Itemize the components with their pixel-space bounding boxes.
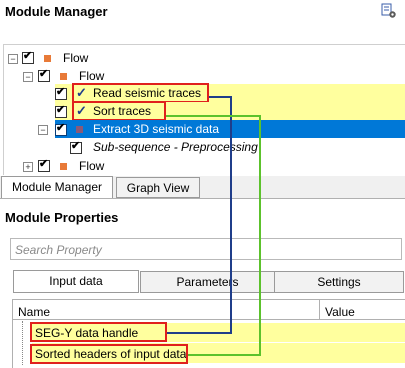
connector-lines — [166, 96, 261, 356]
connector-green — [166, 115, 261, 356]
connector-blue — [167, 96, 232, 334]
